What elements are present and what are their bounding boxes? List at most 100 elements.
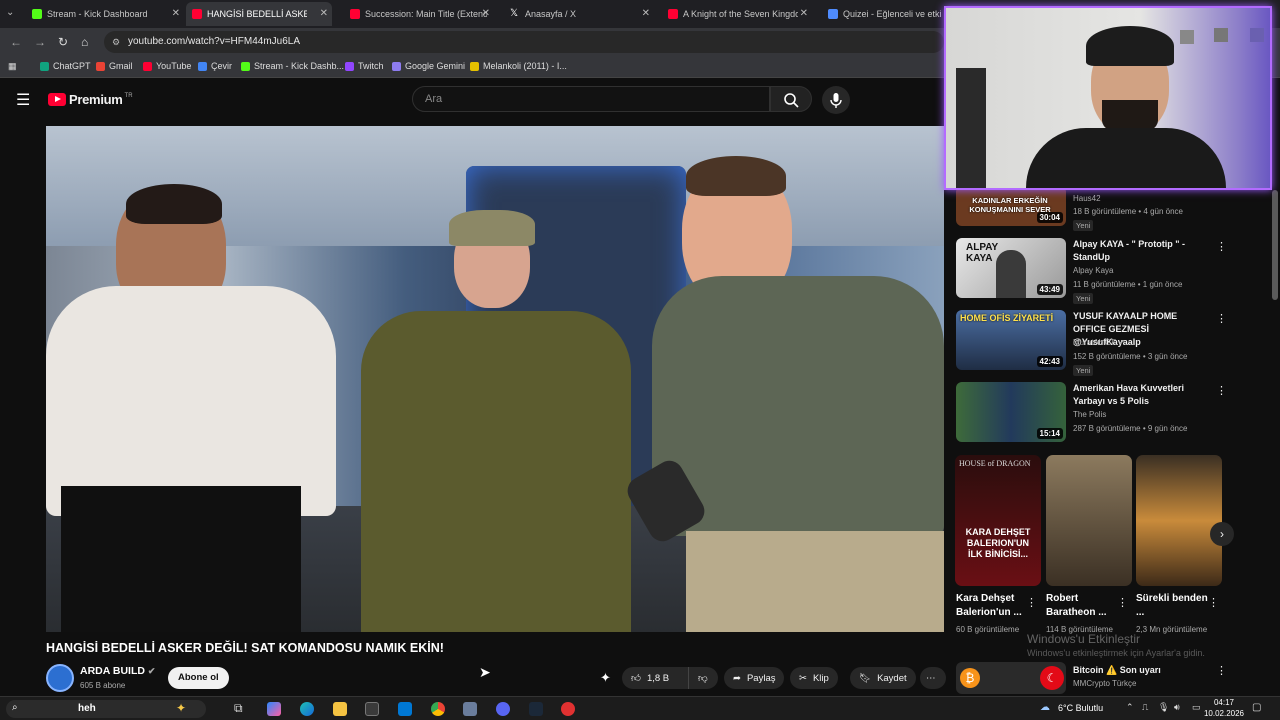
weather-icon: ☁ <box>1040 702 1050 713</box>
tab-label: A Knight of the Seven Kingdom <box>683 9 798 19</box>
chrome-icon[interactable] <box>431 702 445 716</box>
more-vertical-icon[interactable]: ⋮ <box>1216 312 1227 325</box>
discord-icon[interactable] <box>496 702 510 716</box>
logo-text: Premium <box>69 92 123 107</box>
short-title[interactable]: Sürekli benden ... <box>1136 592 1208 620</box>
apps-icon[interactable]: ▦ <box>8 61 17 72</box>
sparkle-ask-icon[interactable]: ✦ <box>600 670 611 686</box>
bookmark-twitch[interactable]: Twitch <box>345 61 384 71</box>
subscriber-count: 605 B abone <box>80 681 126 690</box>
bookmark-label: Gmail <box>109 61 133 71</box>
video-player[interactable] <box>46 126 944 632</box>
home-icon[interactable]: ⌂ <box>81 35 88 49</box>
forward-icon[interactable]: → <box>34 35 46 49</box>
tab-quizei[interactable]: Quizei - Eğlenceli ve etkileşi <box>822 2 942 26</box>
close-icon[interactable]: ✕ <box>320 8 328 19</box>
network-icon[interactable]: ⎍ <box>1142 702 1148 713</box>
bookmark-icon: 🔖︎ <box>859 672 872 684</box>
tab-kick-dashboard[interactable]: Stream - Kick Dashboard ✕ <box>26 2 184 26</box>
clock-date[interactable]: 10.02.2026 <box>1200 709 1248 718</box>
thumbnail-person <box>996 250 1026 298</box>
close-icon[interactable]: ✕ <box>800 8 808 19</box>
recommendation-item[interactable]: HOME OFİS ZİYARETİ 42:43 YUSUF KAYAALP H… <box>956 310 1227 376</box>
video-person-left-hair <box>126 184 222 224</box>
bookmark-youtube[interactable]: YouTube <box>143 61 191 71</box>
channel-avatar[interactable] <box>46 664 74 692</box>
close-icon[interactable]: ✕ <box>172 8 180 19</box>
reload-icon[interactable]: ↻ <box>58 35 68 49</box>
thumbs-down-icon: 👎︎ <box>698 673 708 684</box>
save-button[interactable]: 🔖︎ Kaydet <box>850 667 916 689</box>
file-explorer-icon[interactable] <box>333 702 347 716</box>
search-button[interactable] <box>770 86 812 112</box>
tab-x-home[interactable]: 𝕏 Anasayfa / X ✕ <box>504 2 654 26</box>
tab-succession[interactable]: Succession: Main Title (Extende ✕ <box>344 2 494 26</box>
url-field[interactable]: ⚙ youtube.com/watch?v=HFM44mJu6LA <box>104 31 944 53</box>
copilot-icon[interactable] <box>267 702 281 716</box>
bookmark-gmail[interactable]: Gmail <box>96 61 133 71</box>
volume-icon[interactable]: 🔊︎ <box>1174 702 1180 713</box>
more-vertical-icon[interactable]: ⋮ <box>1216 664 1227 677</box>
view-meta: 287 B görüntüleme • 9 gün önce <box>1073 424 1188 433</box>
site-info-icon[interactable]: ⚙ <box>112 31 120 53</box>
menu-icon[interactable]: ☰ <box>16 90 30 110</box>
bookmark-kick[interactable]: Stream - Kick Dashb... <box>241 61 344 71</box>
chevron-right-icon[interactable]: › <box>1210 522 1234 546</box>
more-vertical-icon[interactable]: ⋮ <box>1117 596 1128 609</box>
more-vertical-icon[interactable]: ⋮ <box>1208 596 1219 609</box>
voice-search-button[interactable] <box>822 86 850 114</box>
recommendation-item[interactable]: 15:14 Amerikan Hava Kuvvetleri Yarbayı v… <box>956 382 1227 446</box>
bookmark-gemini[interactable]: Google Gemini <box>392 61 465 71</box>
search-placeholder: Ara <box>425 93 443 105</box>
chatgpt-icon <box>40 61 49 71</box>
recommendation-item[interactable]: ₿ ☾ Bitcoin ⚠️ Son uyarı MMCrypto Türkçe… <box>956 662 1227 696</box>
scrollbar-thumb[interactable] <box>1272 190 1278 300</box>
store-icon[interactable] <box>365 702 379 716</box>
tab-list-icon[interactable]: ⌄ <box>6 7 14 18</box>
like-button[interactable]: 👍︎ 1,8 B <box>622 667 688 689</box>
bookmark-melankoli[interactable]: Melankoli (2011) - I... <box>470 61 567 71</box>
channel-name-row[interactable]: ARDA BUILD ✔ <box>80 665 155 677</box>
share-button[interactable]: ➦ Paylaş <box>724 667 785 689</box>
imdb-icon <box>470 61 479 71</box>
short-thumbnail[interactable]: HOUSE of DRAGON KARA DEHŞET BALERION'UN … <box>955 455 1041 586</box>
subscribe-button[interactable]: Abone ol <box>168 667 229 689</box>
chevron-up-icon[interactable]: ⌃ <box>1126 702 1134 713</box>
short-thumbnail[interactable] <box>1046 455 1132 586</box>
steam-icon[interactable] <box>529 702 543 716</box>
back-icon[interactable]: ← <box>10 35 22 49</box>
close-icon[interactable]: ✕ <box>642 8 650 19</box>
short-title[interactable]: Kara Dehşet Balerion'un ... <box>956 592 1028 620</box>
microphone-icon[interactable]: 🎙︎ <box>1158 702 1169 713</box>
clock-time[interactable]: 04:17 <box>1206 698 1242 707</box>
more-vertical-icon[interactable]: ⋮ <box>1216 240 1227 253</box>
bookmark-chatgpt[interactable]: ChatGPT <box>40 61 91 71</box>
obs-icon[interactable] <box>561 702 575 716</box>
short-title[interactable]: Robert Baratheon ... <box>1046 592 1118 620</box>
app-icon[interactable] <box>463 702 477 716</box>
bookmark-cevir[interactable]: Çevir <box>198 61 232 71</box>
more-vertical-icon[interactable]: ⋮ <box>1026 596 1037 609</box>
notification-icon[interactable]: ▢ <box>1252 702 1261 713</box>
more-vertical-icon[interactable]: ⋮ <box>1216 384 1227 397</box>
tab-knight-seven-kingdoms[interactable]: A Knight of the Seven Kingdom ✕ <box>662 2 812 26</box>
taskbar-search[interactable]: ⌕ heh ✦ <box>6 700 206 718</box>
outlook-icon[interactable] <box>398 702 412 716</box>
more-actions-button[interactable]: ⋯ <box>920 667 946 689</box>
thumbs-up-icon: 👍︎ <box>631 673 641 684</box>
youtube-premium-logo[interactable]: Premium TR <box>48 92 133 107</box>
bookmark-label: ChatGPT <box>53 61 91 71</box>
close-icon[interactable]: ✕ <box>482 8 490 19</box>
recommendation-item[interactable]: ALPAY KAYA 43:49 Alpay KAYA - " Prototip… <box>956 238 1227 304</box>
task-view-icon[interactable]: ⧉ <box>234 701 243 716</box>
activation-watermark-title: Windows'u Etkinleştir <box>1027 632 1140 646</box>
edge-icon[interactable] <box>300 702 314 716</box>
search-input[interactable]: Ara <box>412 86 770 112</box>
clip-button[interactable]: ✂ Klip <box>790 667 838 689</box>
short-thumbnail[interactable] <box>1136 455 1222 586</box>
recommendation-item[interactable]: KADINLAR ERKEĞİN KONUŞMANINI SEVER 30:04… <box>956 186 1226 236</box>
dislike-button[interactable]: 👎︎ <box>688 667 718 689</box>
tab-youtube-video[interactable]: HANGİSİ BEDELLİ ASKER DE ✕ <box>186 2 332 26</box>
scissors-icon: ✂ <box>799 672 807 684</box>
weather-text[interactable]: 6°C Bulutlu <box>1058 703 1103 713</box>
